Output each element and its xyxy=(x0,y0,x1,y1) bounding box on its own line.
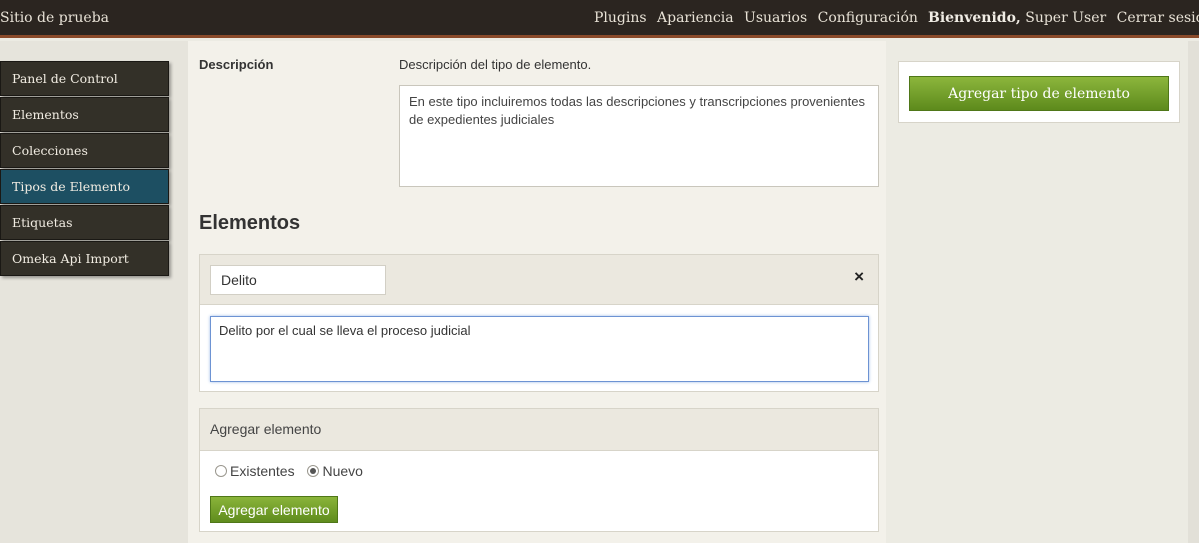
nav-configuracion[interactable]: Configuración xyxy=(818,10,918,26)
sidebar-item-omeka-api-import[interactable]: Omeka Api Import xyxy=(0,241,169,276)
element-panel-header: × xyxy=(200,255,878,305)
scrollbar[interactable] xyxy=(1188,41,1199,543)
nav-usuarios[interactable]: Usuarios xyxy=(744,10,807,26)
sidebar-item-tipos-de-elemento[interactable]: Tipos de Elemento xyxy=(0,169,169,204)
description-textarea[interactable]: En este tipo incluiremos todas las descr… xyxy=(399,85,879,187)
sidebar-nav: Panel de Control Elementos Colecciones T… xyxy=(0,61,169,277)
add-element-title: Agregar elemento xyxy=(200,409,878,451)
user-link[interactable]: Super User xyxy=(1025,10,1106,26)
element-description-textarea[interactable]: Delito por el cual se lleva el proceso j… xyxy=(210,316,869,382)
user-nav: Bienvenido, Super User Cerrar sesión xyxy=(928,10,1199,26)
add-element-panel: Agregar elemento Existentes Nuevo Agrega… xyxy=(199,408,879,532)
radio-existentes[interactable] xyxy=(215,465,227,477)
nav-apariencia[interactable]: Apariencia xyxy=(657,10,734,26)
element-source-options: Existentes Nuevo xyxy=(215,463,372,479)
sidebar-item-elementos[interactable]: Elementos xyxy=(0,97,169,132)
description-label: Descripción xyxy=(199,57,274,72)
save-panel: Agregar tipo de elemento xyxy=(898,61,1180,123)
radio-existentes-label[interactable]: Existentes xyxy=(230,463,295,479)
sidebar-item-colecciones[interactable]: Colecciones xyxy=(0,133,169,168)
logout-link[interactable]: Cerrar sesión xyxy=(1117,10,1199,26)
global-nav: Plugins Apariencia Usuarios Configuració… xyxy=(594,10,924,26)
add-element-button[interactable]: Agregar elemento xyxy=(210,496,338,523)
element-panel: × Delito por el cual se lleva el proceso… xyxy=(199,254,879,392)
top-bar: Sitio de prueba Plugins Apariencia Usuar… xyxy=(0,0,1199,38)
description-hint: Descripción del tipo de elemento. xyxy=(399,57,592,72)
site-title[interactable]: Sitio de prueba xyxy=(0,10,109,26)
add-item-type-button[interactable]: Agregar tipo de elemento xyxy=(909,76,1169,111)
elements-heading: Elementos xyxy=(199,212,301,234)
sidebar-item-panel-de-control[interactable]: Panel de Control xyxy=(0,61,169,96)
close-icon[interactable]: × xyxy=(854,267,864,287)
nav-plugins[interactable]: Plugins xyxy=(594,10,647,26)
sidebar-item-etiquetas[interactable]: Etiquetas xyxy=(0,205,169,240)
element-name-input[interactable] xyxy=(210,265,386,295)
radio-nuevo[interactable] xyxy=(307,465,320,477)
welcome-text: Bienvenido, xyxy=(928,10,1021,26)
radio-nuevo-label[interactable]: Nuevo xyxy=(322,463,362,479)
